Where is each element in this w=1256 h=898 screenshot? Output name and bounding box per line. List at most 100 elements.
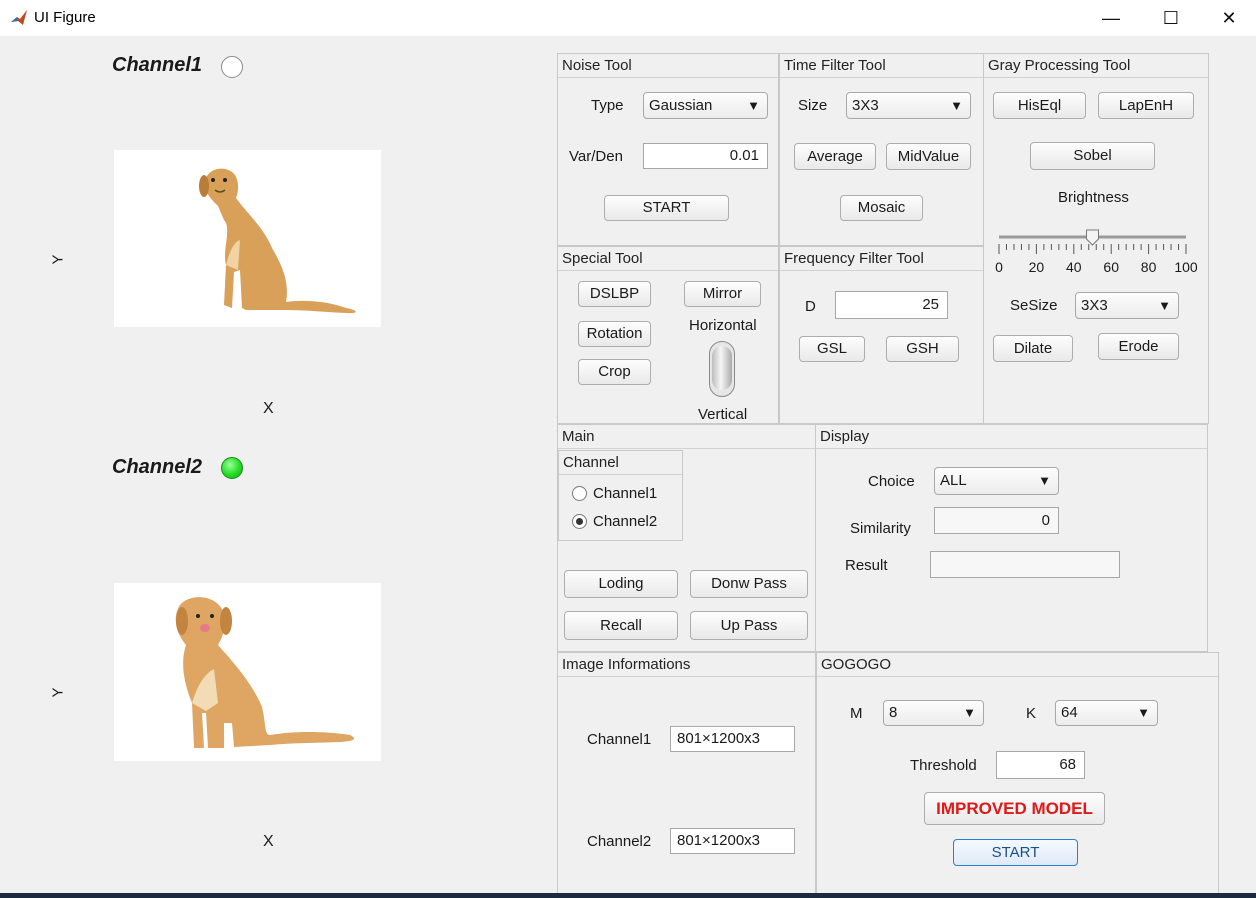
dropdown-arrow-icon: ▼ bbox=[1137, 705, 1150, 720]
close-icon[interactable]: ✕ bbox=[1200, 0, 1256, 36]
maximize-icon[interactable]: ☐ bbox=[1142, 0, 1200, 36]
m-dropdown[interactable]: 8 ▼ bbox=[883, 700, 984, 726]
vertical-label: Vertical bbox=[698, 406, 748, 423]
slider-tick-label: 80 bbox=[1141, 259, 1157, 275]
var-den-input[interactable]: 0.01 bbox=[643, 143, 768, 169]
orientation-toggle[interactable] bbox=[709, 341, 735, 397]
size-label: Size bbox=[798, 97, 828, 114]
channel1-x-axis-label: X bbox=[263, 400, 274, 417]
crop-button[interactable]: Crop bbox=[578, 359, 651, 385]
choice-dropdown[interactable]: ALL ▼ bbox=[934, 467, 1059, 495]
gogogo-title: GOGOGO bbox=[817, 653, 1218, 677]
channel2-x-axis-label: X bbox=[263, 833, 274, 850]
m-label: M bbox=[850, 705, 863, 722]
special-tool-title: Special Tool bbox=[558, 247, 778, 271]
minimize-icon[interactable]: — bbox=[1082, 0, 1140, 36]
brightness-label: Brightness bbox=[1058, 189, 1129, 206]
loding-button[interactable]: Loding bbox=[564, 570, 678, 598]
dilate-button[interactable]: Dilate bbox=[993, 335, 1073, 362]
slider-tick-label: 40 bbox=[1066, 259, 1082, 275]
slider-tick-label: 0 bbox=[995, 259, 1003, 275]
slider-tick-label: 60 bbox=[1103, 259, 1119, 275]
dropdown-arrow-icon: ▼ bbox=[963, 705, 976, 720]
channel1-image bbox=[114, 150, 381, 327]
noise-type-label: Type bbox=[591, 97, 624, 114]
radio-channel2-label: Channel2 bbox=[593, 513, 658, 530]
noise-tool-title: Noise Tool bbox=[558, 54, 778, 78]
frequency-filter-panel: Frequency Filter Tool bbox=[779, 246, 984, 424]
channel2-lamp bbox=[221, 457, 243, 479]
sesize-value: 3X3 bbox=[1081, 297, 1108, 314]
choice-label: Choice bbox=[868, 473, 915, 490]
similarity-label: Similarity bbox=[850, 520, 911, 537]
slider-tick-label: 100 bbox=[1174, 259, 1198, 275]
choice-value: ALL bbox=[940, 472, 967, 489]
channel1-y-axis-label: Y bbox=[49, 254, 67, 265]
size-value: 3X3 bbox=[852, 97, 879, 114]
main-title: Main bbox=[558, 425, 815, 449]
toggle-knob[interactable] bbox=[712, 346, 732, 390]
horizontal-label: Horizontal bbox=[689, 317, 757, 334]
channel1-lamp bbox=[221, 56, 243, 78]
k-label: K bbox=[1026, 705, 1037, 722]
matlab-icon bbox=[11, 10, 27, 25]
channel-group-title: Channel bbox=[559, 451, 682, 475]
info-channel1-label: Channel1 bbox=[587, 731, 652, 748]
radio-channel1[interactable] bbox=[572, 486, 587, 501]
mosaic-button[interactable]: Mosaic bbox=[840, 195, 923, 221]
midvalue-button[interactable]: MidValue bbox=[886, 143, 971, 170]
d-label: D bbox=[805, 298, 816, 315]
up-pass-button[interactable]: Up Pass bbox=[690, 611, 808, 640]
dropdown-arrow-icon: ▼ bbox=[1038, 473, 1051, 488]
hiseql-button[interactable]: HisEql bbox=[993, 92, 1086, 119]
sesize-label: SeSize bbox=[1010, 297, 1058, 314]
brightness-slider[interactable]: 0 20 40 60 80 100 bbox=[990, 222, 1200, 280]
slider-thumb[interactable] bbox=[1086, 229, 1099, 246]
info-channel1-value: 801×1200x3 bbox=[670, 726, 795, 752]
improved-model-button[interactable]: IMPROVED MODEL bbox=[924, 792, 1105, 825]
window-title: UI Figure bbox=[34, 9, 96, 26]
image-info-panel: Image Informations bbox=[557, 652, 816, 898]
dropdown-arrow-icon: ▼ bbox=[950, 98, 963, 113]
gsl-button[interactable]: GSL bbox=[799, 336, 865, 362]
channel2-heading: Channel2 bbox=[112, 456, 203, 478]
title-bar: UI Figure — ☐ ✕ bbox=[0, 0, 1256, 36]
info-channel2-label: Channel2 bbox=[587, 833, 652, 850]
threshold-input[interactable]: 68 bbox=[996, 751, 1085, 779]
threshold-label: Threshold bbox=[910, 757, 977, 774]
dropdown-arrow-icon: ▼ bbox=[1158, 298, 1171, 313]
similarity-output: 0 bbox=[934, 507, 1059, 534]
rotation-button[interactable]: Rotation bbox=[578, 321, 651, 347]
mirror-button[interactable]: Mirror bbox=[684, 281, 761, 307]
radio-channel2[interactable] bbox=[572, 514, 587, 529]
recall-button[interactable]: Recall bbox=[564, 611, 678, 640]
sobel-button[interactable]: Sobel bbox=[1030, 142, 1155, 170]
gsh-button[interactable]: GSH bbox=[886, 336, 959, 362]
gray-processing-title: Gray Processing Tool bbox=[984, 54, 1208, 78]
frequency-filter-title: Frequency Filter Tool bbox=[780, 247, 983, 271]
result-output bbox=[930, 551, 1120, 578]
average-button[interactable]: Average bbox=[794, 143, 876, 170]
image-info-title: Image Informations bbox=[558, 653, 815, 677]
donw-pass-button[interactable]: Donw Pass bbox=[690, 570, 808, 598]
var-den-label: Var/Den bbox=[569, 148, 623, 165]
channel2-image bbox=[114, 583, 381, 761]
d-input[interactable]: 25 bbox=[835, 291, 948, 319]
k-dropdown[interactable]: 64 ▼ bbox=[1055, 700, 1158, 726]
size-dropdown[interactable]: 3X3 ▼ bbox=[846, 92, 971, 119]
dog-image bbox=[199, 168, 356, 314]
noise-type-value: Gaussian bbox=[649, 97, 713, 114]
info-channel2-value: 801×1200x3 bbox=[670, 828, 795, 854]
m-value: 8 bbox=[889, 704, 898, 721]
slider-tick-label: 20 bbox=[1029, 259, 1045, 275]
taskbar-strip bbox=[0, 893, 1256, 898]
channel1-heading: Channel1 bbox=[112, 54, 203, 76]
noise-type-dropdown[interactable]: Gaussian ▼ bbox=[643, 92, 768, 119]
display-title: Display bbox=[816, 425, 1207, 449]
dslbp-button[interactable]: DSLBP bbox=[578, 281, 651, 307]
sesize-dropdown[interactable]: 3X3 ▼ bbox=[1075, 292, 1179, 319]
gogogo-start-button[interactable]: START bbox=[953, 839, 1078, 866]
noise-start-button[interactable]: START bbox=[604, 195, 729, 221]
lapenh-button[interactable]: LapEnH bbox=[1098, 92, 1194, 119]
erode-button[interactable]: Erode bbox=[1098, 333, 1179, 360]
